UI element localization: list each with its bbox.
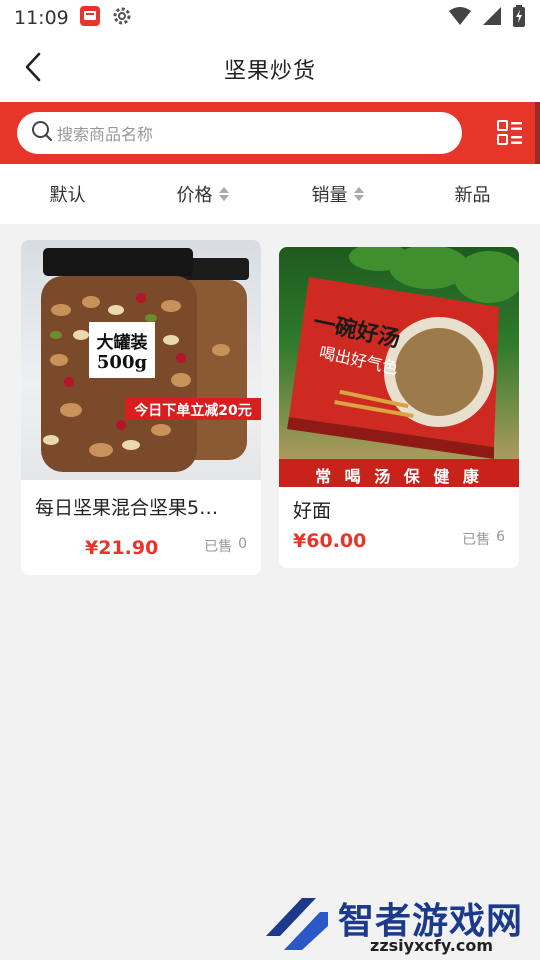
- product-name: 好面: [293, 500, 332, 522]
- badge-weight: 500g: [96, 352, 148, 373]
- search-bar: 搜索商品名称: [0, 102, 540, 164]
- notification-app-icon: [79, 5, 101, 31]
- product-card[interactable]: 大罐装 500g 今日下单立减20元 每日坚果混合坚果5… ¥21.90 已售 …: [21, 240, 261, 575]
- sort-tab-sales[interactable]: 销量: [270, 181, 405, 207]
- wifi-icon: [448, 6, 472, 30]
- watermark: 智者游戏网 zzsiyxcfy.com: [262, 888, 540, 960]
- sort-tab-label: 默认: [49, 185, 86, 206]
- sold-label: 已售: [204, 539, 233, 555]
- product-sold: 已售 6: [462, 529, 505, 549]
- chevron-left-icon: [23, 52, 43, 86]
- watermark-logo-icon: [262, 892, 332, 960]
- sort-tab-label: 价格: [176, 185, 213, 206]
- sort-tab-label: 新品: [454, 185, 491, 206]
- banner-text: 常 喝 汤 保 健 康: [315, 467, 483, 486]
- sold-count: 0: [238, 536, 247, 552]
- battery-charging-icon: [512, 5, 526, 31]
- signal-icon: [482, 6, 502, 30]
- product-price: ¥60.00: [293, 530, 367, 552]
- back-button[interactable]: [16, 52, 50, 86]
- product-price: ¥21.90: [85, 537, 159, 559]
- status-bar: 11:09: [0, 0, 540, 36]
- product-image: 大罐装 500g 今日下单立减20元: [21, 240, 261, 480]
- product-name: 每日坚果混合坚果5…: [35, 497, 219, 519]
- sort-tab-new[interactable]: 新品: [405, 181, 540, 207]
- search-placeholder: 搜索商品名称: [57, 125, 154, 144]
- sort-tab-label: 销量: [311, 185, 348, 206]
- status-time: 11:09: [14, 7, 69, 29]
- title-bar: 坚果炒货: [0, 36, 540, 102]
- list-layout-icon: [496, 120, 524, 151]
- watermark-url: zzsiyxcfy.com: [370, 936, 494, 955]
- sold-label: 已售: [462, 532, 491, 548]
- layout-toggle-button[interactable]: [496, 119, 524, 147]
- product-card[interactable]: 一碗好汤 喝出好气色 常 喝 汤 保 健 康 好面 ¥60.00 已售 6: [279, 247, 519, 568]
- page-title: 坚果炒货: [223, 59, 316, 84]
- sort-arrows-icon: [353, 187, 364, 201]
- sort-tab-default[interactable]: 默认: [0, 181, 135, 207]
- scroll-edge: [535, 102, 540, 164]
- search-input[interactable]: 搜索商品名称: [17, 112, 462, 154]
- badge-text: 大罐装: [96, 333, 148, 353]
- promo-text: 今日下单立减20元: [134, 403, 252, 419]
- settings-gear-icon: [111, 5, 133, 31]
- sort-arrows-icon: [218, 187, 229, 201]
- product-image: 一碗好汤 喝出好气色 常 喝 汤 保 健 康: [279, 247, 519, 487]
- product-sold: 已售 0: [204, 536, 247, 556]
- sort-bar: 默认 价格 销量 新品: [0, 164, 540, 224]
- sort-tab-price[interactable]: 价格: [135, 181, 270, 207]
- sold-count: 6: [496, 529, 505, 545]
- search-icon: [31, 120, 53, 146]
